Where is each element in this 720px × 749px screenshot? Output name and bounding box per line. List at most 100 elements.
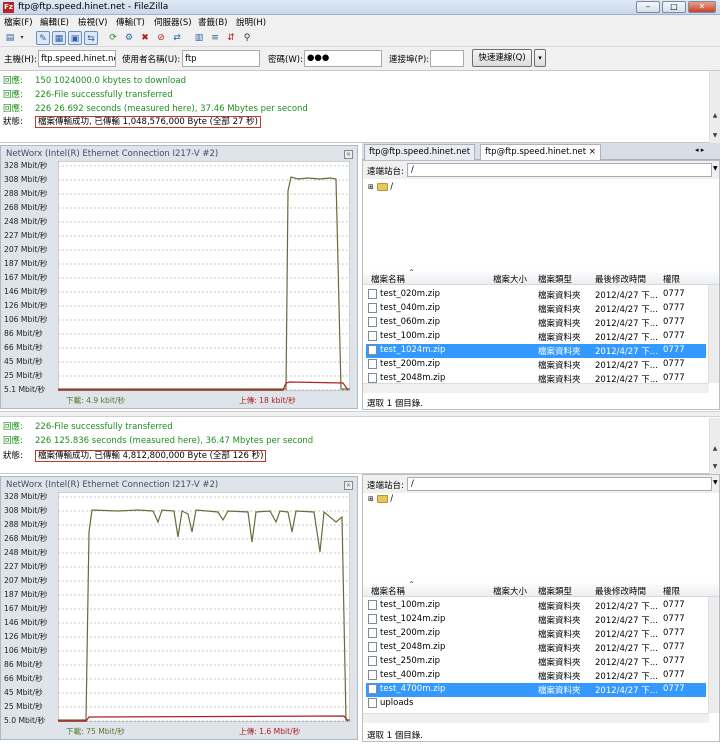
host-input[interactable] [38,50,116,67]
file-list-vscroll[interactable] [708,597,719,713]
close-window-button[interactable]: ✕ [688,1,716,13]
col-type[interactable]: 檔案類型 [538,585,572,597]
menu-transfer[interactable]: 傳輸(T) [116,16,145,28]
file-modified: 2012/4/27 下... [595,333,658,343]
file-name: test_040m.zip [380,303,440,313]
networx-close-icon[interactable]: × [344,481,353,490]
file-list-vscroll[interactable] [708,285,719,383]
remote-site-pane-top: 遠端站台: / ▼ ⊞ / 檔案名稱 ^ 檔案大小 檔案類型 最後修改時間 權限… [362,160,720,410]
port-input[interactable] [430,50,464,67]
menu-server[interactable]: 伺服器(S) [154,16,192,28]
user-label: 使用者名稱(U): [122,55,181,65]
username-input[interactable] [182,50,260,67]
file-name: test_250m.zip [380,656,440,666]
col-modified[interactable]: 最後修改時間 [595,585,646,597]
file-icon [368,698,377,708]
file-row[interactable]: test_040m.zip 檔案資料夾 2012/4/27 下... 0777 [366,302,706,316]
file-row[interactable]: test_020m.zip 檔案資料夾 2012/4/27 下... 0777 [366,288,706,302]
networx-close-icon[interactable]: × [344,150,353,159]
log-status-line: 狀態: 檔案傳輸成功, 已傳輸 1,048,576,000 Byte (全部 27… [3,115,261,128]
quickconnect-button[interactable]: 快速連線(Q) [472,49,532,67]
directory-filter-icon[interactable]: ▥ [192,31,206,45]
file-row[interactable]: test_1024m.zip 檔案資料夾 2012/4/27 下... 0777 [366,613,706,627]
toggle-remote-tree-icon[interactable]: ▣ [68,31,82,45]
process-queue-icon[interactable]: ⚙ [122,31,136,45]
toggle-log-icon[interactable]: ✎ [36,31,50,45]
file-permissions: 0777 [663,670,685,680]
menu-file[interactable]: 檔案(F) [4,16,33,28]
file-row[interactable]: test_200m.zip 檔案資料夾 2012/4/27 下... 0777 [366,358,706,372]
file-row[interactable]: test_200m.zip 檔案資料夾 2012/4/27 下... 0777 [366,627,706,641]
file-row[interactable]: uploads [366,697,706,711]
log-scrollbar[interactable]: ▲ ▼ [709,418,720,474]
col-name[interactable]: 檔案名稱 [371,585,405,597]
maximize-button[interactable]: □ [662,1,686,13]
remote-tree-root[interactable]: ⊞ / [368,494,393,504]
toggle-queue-icon[interactable]: ⇆ [84,31,98,45]
folder-icon [376,494,388,503]
file-row[interactable]: test_400m.zip 檔案資料夾 2012/4/27 下... 0777 [366,669,706,683]
tab-connection-1[interactable]: ftp@ftp.speed.hinet.net [364,144,476,160]
tab-label: ftp@ftp.speed.hinet.net [485,147,587,157]
col-type[interactable]: 檔案類型 [538,273,572,285]
file-row[interactable]: test_1024m.zip 檔案資料夾 2012/4/27 下... 0777 [366,344,706,358]
compare-icon[interactable]: ≡ [208,31,222,45]
remote-path-input[interactable]: / [407,477,712,491]
password-input[interactable]: ●●● [304,50,382,67]
menu-bookmarks[interactable]: 書籤(B) [198,16,227,28]
col-name[interactable]: 檔案名稱 [371,273,405,285]
download-rate: 下載: 75 Mbit/秒 [66,727,125,736]
file-row[interactable]: test_250m.zip 檔案資料夾 2012/4/27 下... 0777 [366,655,706,669]
scroll-up-icon[interactable]: ▲ [710,111,720,120]
tree-expand-icon[interactable]: ⊞ [368,495,374,503]
file-name: test_060m.zip [380,317,440,327]
file-row[interactable]: test_100m.zip 檔案資料夾 2012/4/27 下... 0777 [366,330,706,344]
col-size[interactable]: 檔案大小 [493,273,527,285]
tab-connection-2[interactable]: ftp@ftp.speed.hinet.net × [480,144,601,160]
chart-background [58,492,350,722]
site-manager-icon[interactable]: ▤ [3,31,17,45]
scroll-down-icon[interactable]: ▼ [710,131,720,140]
cancel-icon[interactable]: ✖ [138,31,152,45]
scroll-up-icon[interactable]: ▲ [710,444,720,453]
log-line: 回應: 150 1024000.0 kbytes to download [3,76,186,86]
tabs-scroll-icon[interactable]: ◂ ▸ [695,146,704,154]
file-modified: 2012/4/27 下... [595,291,658,301]
disconnect-icon[interactable]: ⊘ [154,31,168,45]
site-manager-dropdown-icon[interactable]: ▾ [18,31,26,45]
col-permissions[interactable]: 權限 [663,585,680,597]
networx-title: NetWorx (Intel(R) Ethernet Connection I2… [6,480,219,490]
file-row[interactable]: test_060m.zip 檔案資料夾 2012/4/27 下... 0777 [366,316,706,330]
file-row[interactable]: test_100m.zip 檔案資料夾 2012/4/27 下... 0777 [366,599,706,613]
menu-edit[interactable]: 編輯(E) [40,16,69,28]
log-scrollbar[interactable]: ▲ ▼ [709,71,720,143]
file-row[interactable]: test_2048m.zip 檔案資料夾 2012/4/27 下... 0777 [366,641,706,655]
log-line: 回應: 226-File successfully transferred [3,422,173,432]
refresh-icon[interactable]: ⟳ [106,31,120,45]
path-dropdown-icon[interactable]: ▼ [713,165,718,172]
sync-browse-icon[interactable]: ⇵ [224,31,238,45]
tree-expand-icon[interactable]: ⊞ [368,183,374,191]
col-size[interactable]: 檔案大小 [493,585,527,597]
file-list-hscroll[interactable] [363,713,709,723]
menu-view[interactable]: 檢視(V) [78,16,107,28]
networx-graph-top: NetWorx (Intel(R) Ethernet Connection I2… [0,145,358,409]
col-permissions[interactable]: 權限 [663,273,680,285]
remote-tree-root[interactable]: ⊞ / [368,182,393,192]
file-row[interactable]: test_4700m.zip 檔案資料夾 2012/4/27 下... 0777 [366,683,706,697]
minimize-button[interactable]: – [636,1,660,13]
y-axis-label: 288 Mbit/秒 [4,189,48,198]
file-type: 檔案資料夾 [538,602,581,612]
menu-help[interactable]: 說明(H) [236,16,266,28]
tab-close-icon[interactable]: × [589,147,596,157]
remote-path-input[interactable]: / [407,163,712,177]
col-modified[interactable]: 最後修改時間 [595,273,646,285]
scroll-down-icon[interactable]: ▼ [710,462,720,471]
search-icon[interactable]: ⚲ [240,31,254,45]
quickconnect-dropdown-icon[interactable]: ▾ [534,49,546,67]
toggle-tree-icon[interactable]: ▦ [52,31,66,45]
file-list-hscroll[interactable] [363,383,709,393]
path-dropdown-icon[interactable]: ▼ [713,479,718,486]
bandwidth-chart [58,161,350,391]
reconnect-icon[interactable]: ⇄ [170,31,184,45]
